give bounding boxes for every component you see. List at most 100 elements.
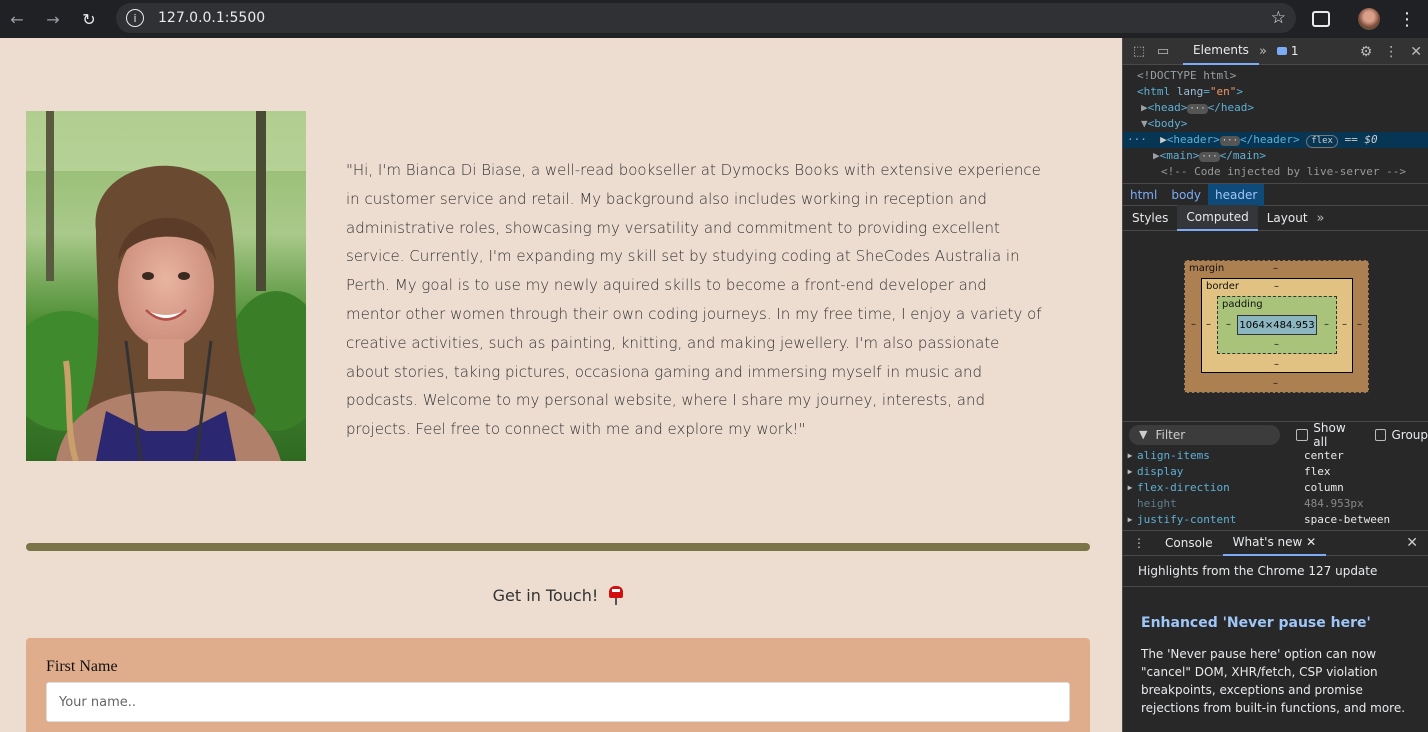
drawer-menu-icon[interactable]: ⋮	[1123, 536, 1155, 550]
more-subtabs-icon[interactable]: »	[1317, 211, 1325, 226]
margin-right-value: –	[1357, 319, 1362, 330]
computed-property-row[interactable]: ▶ justify-content space-between	[1123, 511, 1428, 527]
more-tabs-icon[interactable]: »	[1259, 44, 1267, 59]
dom-html-close: >	[1236, 85, 1243, 98]
dom-html[interactable]: <html lang="en">	[1123, 84, 1428, 100]
computed-properties-list: ▶ align-items center ▶ display flex ▶ flex-di…	[1123, 447, 1428, 527]
back-arrow-icon[interactable]: ←	[5, 7, 29, 31]
show-all-checkbox[interactable]	[1296, 428, 1309, 441]
tab-elements[interactable]: Elements	[1183, 38, 1259, 65]
box-model-content[interactable]: 1064×484.953	[1237, 315, 1317, 335]
forward-arrow-icon[interactable]: →	[41, 7, 65, 31]
inspect-element-icon[interactable]: ⬚	[1127, 39, 1151, 63]
collapse-triangle-icon[interactable]: ▼	[1141, 117, 1148, 130]
padding-left-value: –	[1226, 319, 1231, 330]
margin-label: margin	[1189, 263, 1225, 274]
border-right-value: –	[1342, 319, 1347, 330]
group-checkbox[interactable]	[1374, 428, 1387, 441]
dom-header-selected[interactable]: ··· ▶<header> ··· </header> flex == $0	[1123, 132, 1428, 148]
breadcrumb-html[interactable]: html	[1123, 184, 1164, 206]
filter-input[interactable]: ▼ Filter	[1129, 424, 1281, 445]
drawer-tabbar: ⋮ Console What's new ✕ ✕	[1123, 530, 1428, 556]
url-text: 127.0.0.1:5500	[158, 10, 266, 26]
expand-triangle-icon[interactable]: ▶	[1123, 451, 1137, 460]
dom-main[interactable]: ▶<main> ··· </main>	[1123, 148, 1428, 164]
property-value: space-between	[1304, 512, 1391, 526]
expand-triangle-icon[interactable]: ▶	[1160, 133, 1167, 146]
border-label: border	[1206, 281, 1240, 292]
profile-photo-image	[26, 111, 306, 461]
property-name: display	[1137, 464, 1184, 478]
devtools-toolbar-right: ⚙ ⋮ ✕	[1360, 38, 1422, 65]
tab-whats-new[interactable]: What's new ✕	[1222, 530, 1327, 556]
devtools-menu-icon[interactable]: ⋮	[1384, 44, 1398, 60]
dom-comment[interactable]: <!-- Code injected by live-server -->	[1123, 164, 1428, 180]
dom-body[interactable]: ▼<body>	[1123, 116, 1428, 132]
property-value: flex	[1304, 464, 1331, 478]
dom-doctype[interactable]: <!DOCTYPE html>	[1123, 68, 1428, 84]
margin-left-value: –	[1191, 319, 1196, 330]
device-toolbar-icon[interactable]: ▭	[1151, 39, 1175, 63]
expand-triangle-icon[interactable]: ▶	[1153, 149, 1160, 162]
property-name: height	[1137, 496, 1177, 510]
address-bar[interactable]: i 127.0.0.1:5500 ☆	[116, 3, 1296, 33]
close-drawer-icon[interactable]: ✕	[1406, 535, 1418, 551]
site-info-icon[interactable]: i	[126, 9, 144, 27]
first-name-input[interactable]	[46, 682, 1070, 722]
breadcrumb-header[interactable]: header	[1208, 183, 1265, 206]
box-model-margin[interactable]: margin – – – – border – – – – padding – …	[1184, 260, 1369, 393]
tab-console[interactable]: Console	[1155, 530, 1223, 556]
dom-selected-marker: == $0	[1344, 133, 1378, 146]
dom-ellipsis[interactable]: ···	[1219, 136, 1240, 146]
expand-triangle-icon[interactable]: ▶	[1141, 101, 1148, 114]
border-top-value: –	[1274, 281, 1279, 292]
computed-property-row[interactable]: height 484.953px	[1123, 495, 1428, 511]
profile-photo	[26, 111, 306, 461]
group-label: Group	[1391, 427, 1428, 442]
breadcrumb-body[interactable]: body	[1164, 184, 1208, 206]
dom-ellipsis[interactable]: ···	[1199, 152, 1220, 162]
property-name: align-items	[1137, 448, 1210, 462]
expand-triangle-icon[interactable]: ▶	[1123, 467, 1137, 476]
box-model-padding[interactable]: padding – – – 1064×484.953	[1217, 296, 1337, 354]
extensions-icon[interactable]	[1312, 11, 1330, 27]
issues-counter[interactable]: 1	[1276, 44, 1299, 58]
profile-avatar[interactable]	[1358, 8, 1380, 30]
close-tab-icon[interactable]: ✕	[1306, 535, 1316, 549]
margin-top-value: –	[1273, 263, 1278, 274]
dom-comment-text: <!-- Code injected by live-server -->	[1161, 165, 1407, 178]
dom-head[interactable]: ▶<head> ··· </head>	[1123, 100, 1428, 116]
tab-computed[interactable]: Computed	[1177, 205, 1258, 231]
show-all-label: Show all	[1313, 420, 1346, 449]
close-devtools-icon[interactable]: ✕	[1410, 44, 1422, 60]
feature-description: The 'Never pause here' option can now "c…	[1141, 647, 1406, 715]
tab-styles[interactable]: Styles	[1123, 205, 1177, 231]
property-name: justify-content	[1137, 512, 1237, 526]
reload-icon[interactable]: ↻	[77, 7, 101, 31]
filter-placeholder: Filter	[1155, 427, 1186, 442]
tab-layout[interactable]: Layout	[1258, 205, 1317, 231]
computed-property-row[interactable]: ▶ align-items center	[1123, 447, 1428, 463]
tab-whats-new-label: What's new	[1232, 535, 1303, 549]
flex-badge[interactable]: flex	[1306, 135, 1338, 148]
expand-triangle-icon[interactable]: ▶	[1123, 483, 1137, 492]
feature-title-link[interactable]: Enhanced 'Never pause here'	[1141, 615, 1428, 631]
computed-filter-row: ▼ Filter Show all Group	[1123, 420, 1428, 449]
first-name-label: First Name	[46, 658, 118, 675]
bookmark-star-icon[interactable]: ☆	[1271, 8, 1286, 28]
margin-bottom-value: –	[1273, 378, 1278, 389]
toolbar-right: ⋮	[1312, 0, 1428, 38]
box-model-border[interactable]: border – – – – padding – – – 1064×484.95…	[1201, 278, 1353, 373]
section-divider	[26, 543, 1090, 551]
dom-html-tag: <html	[1137, 85, 1171, 98]
browser-menu-icon[interactable]: ⋮	[1398, 9, 1416, 30]
dom-lang-value: "en"	[1209, 85, 1237, 98]
settings-gear-icon[interactable]: ⚙	[1360, 44, 1373, 60]
computed-property-row[interactable]: ▶ flex-direction column	[1123, 479, 1428, 495]
dom-main-tag: <main>	[1159, 149, 1200, 162]
expand-triangle-icon[interactable]: ▶	[1123, 515, 1137, 524]
dom-ellipsis[interactable]: ···	[1187, 104, 1208, 114]
computed-property-row[interactable]: ▶ display flex	[1123, 463, 1428, 479]
padding-label: padding	[1222, 299, 1263, 310]
contact-heading-text: Get in Touch!	[492, 586, 599, 605]
